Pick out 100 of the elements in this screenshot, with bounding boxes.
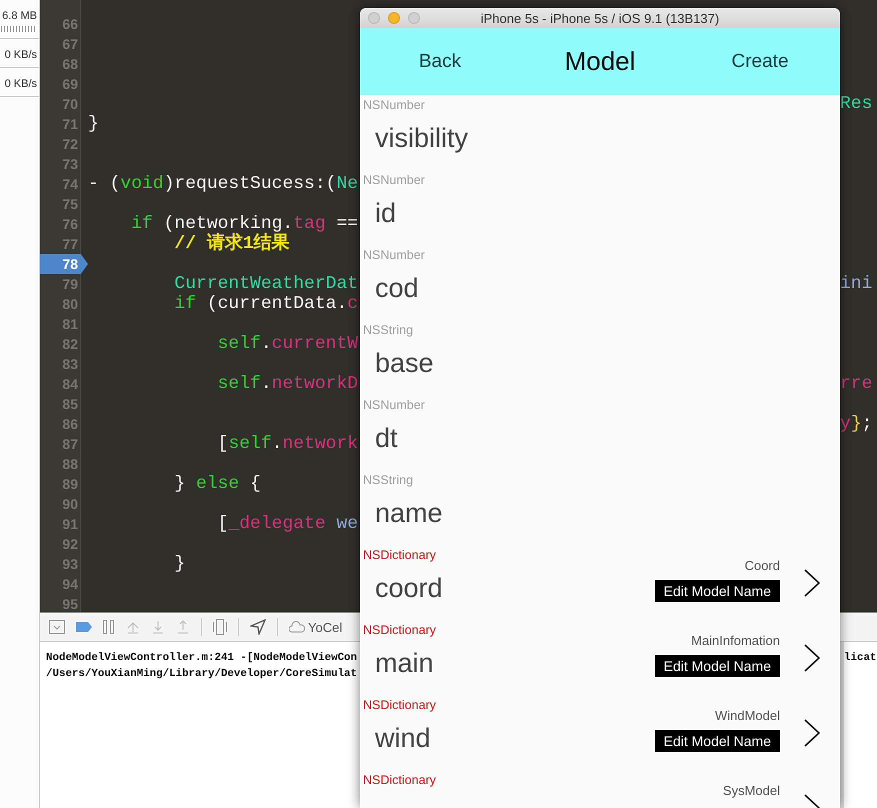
console-text: /Users/YouXianMing/Library/Developer/CoreSimulat xyxy=(46,668,358,682)
line-number: 69 xyxy=(62,75,79,94)
console-text: licat xyxy=(843,652,877,666)
console-text: NodeModelViewController.m:241 -[NodeModelViewCon xyxy=(46,652,358,666)
code-line: self.currentW xyxy=(216,334,358,354)
code-line: CurrentWeatherDat xyxy=(173,274,358,294)
property-name: cod xyxy=(374,272,420,304)
gauge-reading: 6.8 MB xyxy=(2,10,37,22)
code-line: if (currentData.c xyxy=(173,294,358,314)
line-number: 94 xyxy=(62,575,79,594)
location-icon[interactable] xyxy=(250,619,266,635)
line-number: 87 xyxy=(62,435,79,454)
line-number: 66 xyxy=(62,15,79,34)
property-name: dt xyxy=(374,422,399,454)
type-label: NSString xyxy=(362,473,414,488)
window-title: iPhone 5s - iPhone 5s / iOS 9.1 (13B137) xyxy=(480,10,720,26)
code-line: [_delegate we xyxy=(216,514,358,534)
property-name: id xyxy=(374,197,398,229)
line-number: 85 xyxy=(62,395,79,414)
type-label: NSDictionary xyxy=(362,623,437,638)
type-label: NSNumber xyxy=(362,248,426,263)
breakpoint-marker[interactable]: 78 xyxy=(40,254,88,274)
line-number: 68 xyxy=(62,55,79,74)
line-number: 81 xyxy=(62,315,79,334)
line-number: 74 xyxy=(62,175,79,194)
chevron-icon[interactable] xyxy=(804,719,820,747)
edit-model-name-button[interactable]: Edit Model Name xyxy=(654,655,780,677)
cloud-icon xyxy=(289,621,305,633)
property-name: main xyxy=(374,647,435,679)
code-line: y}; xyxy=(840,414,872,434)
line-number: 79 xyxy=(62,275,79,294)
code-line: Res xyxy=(840,94,872,114)
chevron-icon[interactable] xyxy=(804,569,820,597)
code-line: } xyxy=(88,114,99,134)
code-line: } else { xyxy=(173,474,261,494)
code-line: [self.network xyxy=(216,434,358,454)
pause-icon[interactable] xyxy=(103,620,115,634)
line-number: 84 xyxy=(62,375,79,394)
type-label: NSDictionary xyxy=(362,773,437,788)
model-name: WindModel xyxy=(714,708,780,724)
type-label: NSDictionary xyxy=(362,698,437,713)
line-number: 70 xyxy=(62,95,79,114)
code-line: if (networking.tag == xyxy=(130,214,358,234)
scheme-label[interactable]: YoCel xyxy=(308,620,342,634)
model-name: MainInfomation xyxy=(691,633,780,649)
line-number: 88 xyxy=(62,455,79,474)
gauge-reading: 0 KB/s xyxy=(4,78,37,90)
edit-model-name-button[interactable]: Edit Model Name xyxy=(654,580,780,602)
line-number: 71 xyxy=(62,115,79,134)
gauge-reading: 0 KB/s xyxy=(4,49,37,61)
type-label: NSNumber xyxy=(362,173,426,188)
line-number: 91 xyxy=(62,515,79,534)
memory-gauge xyxy=(1,26,37,32)
property-name: base xyxy=(374,347,435,379)
line-number: 93 xyxy=(62,555,79,574)
line-number: 95 xyxy=(62,595,79,612)
view-hierarchy-icon[interactable] xyxy=(213,619,227,635)
property-name: wind xyxy=(374,722,432,754)
line-number: 67 xyxy=(62,35,79,54)
property-name: name xyxy=(374,497,444,529)
code-line: ini xyxy=(840,274,872,294)
code-line: rre xyxy=(840,374,872,394)
back-button[interactable]: Back xyxy=(414,48,466,74)
line-number: 89 xyxy=(62,475,79,494)
minimize-icon[interactable] xyxy=(388,12,400,24)
line-number: 75 xyxy=(62,195,79,214)
step-over-icon[interactable] xyxy=(126,620,140,634)
line-number: 92 xyxy=(62,535,79,554)
code-line: self.networkD xyxy=(216,374,358,394)
code-line: - (void)requestSucess:(Ne xyxy=(88,174,358,194)
close-icon[interactable] xyxy=(368,12,380,24)
type-label: NSString xyxy=(362,323,414,338)
line-number: 77 xyxy=(62,235,79,254)
console-toggle-icon[interactable] xyxy=(49,620,65,634)
step-into-icon[interactable] xyxy=(151,620,165,634)
line-number: 86 xyxy=(62,415,79,434)
type-label: NSDictionary xyxy=(362,548,437,563)
model-name: SysModel xyxy=(722,783,780,799)
code-line: } xyxy=(173,554,186,574)
line-number: 90 xyxy=(62,495,79,514)
line-number: 72 xyxy=(62,135,79,154)
edit-model-name-button[interactable]: Edit Model Name xyxy=(654,730,780,752)
step-out-icon[interactable] xyxy=(176,620,190,634)
nav-title: Model xyxy=(564,46,636,77)
zoom-icon[interactable] xyxy=(408,12,420,24)
line-number: 76 xyxy=(62,215,79,234)
line-number: 80 xyxy=(62,295,79,314)
breakpoint-icon[interactable] xyxy=(76,622,92,632)
chevron-icon[interactable] xyxy=(804,644,820,672)
property-name: visibility xyxy=(374,122,470,154)
line-number: 73 xyxy=(62,155,79,174)
line-number: 82 xyxy=(62,335,79,354)
model-name: Coord xyxy=(744,558,780,574)
property-name: coord xyxy=(374,572,444,604)
type-label: NSNumber xyxy=(362,98,426,113)
console-scrollbar[interactable] xyxy=(840,642,844,808)
create-button[interactable]: Create xyxy=(727,48,793,74)
type-label: NSNumber xyxy=(362,398,426,413)
line-number: 83 xyxy=(62,355,79,374)
code-line: // 请求1结果 xyxy=(173,234,290,254)
